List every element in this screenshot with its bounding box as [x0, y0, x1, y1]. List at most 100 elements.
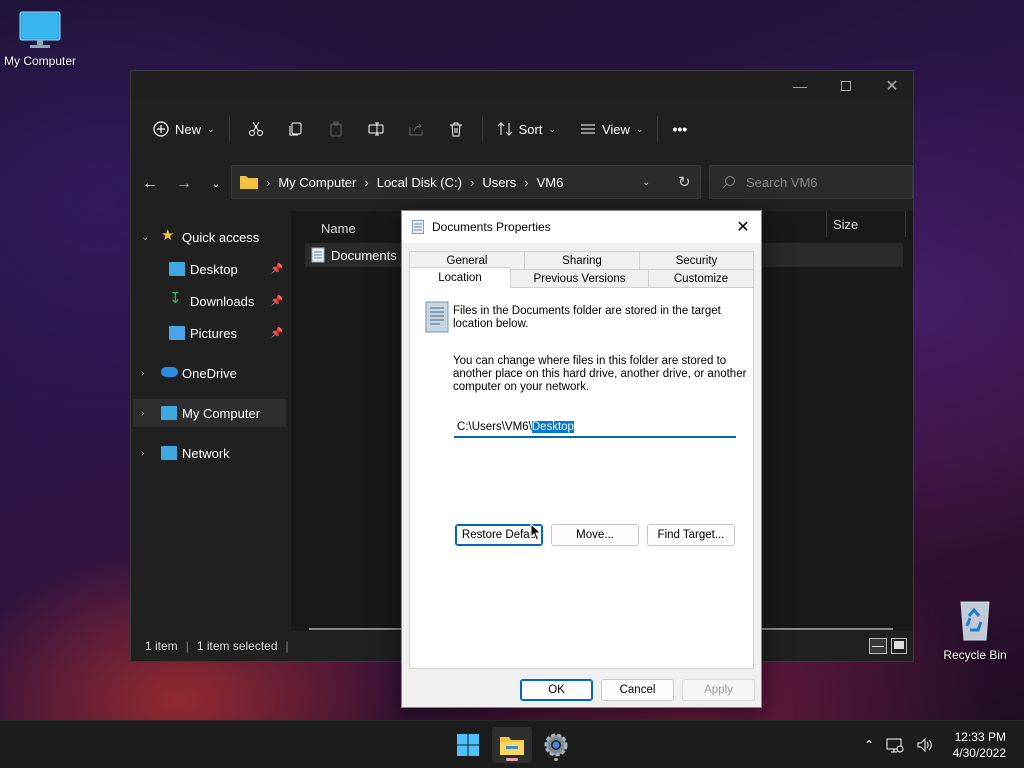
search-box[interactable]: Search VM6: [709, 165, 913, 199]
column-header-size[interactable]: Size: [826, 211, 906, 237]
network-status-icon[interactable]: [886, 737, 904, 753]
column-header-label: Size: [833, 216, 859, 232]
volume-icon[interactable]: [916, 737, 934, 753]
sidebar-item-label: Desktop: [190, 261, 238, 277]
document-properties-icon: [412, 220, 424, 234]
paste-button[interactable]: [316, 114, 356, 144]
view-button[interactable]: View ⌄: [572, 114, 652, 144]
download-arrow-icon: ↧: [169, 290, 182, 307]
button-label: Apply: [704, 684, 733, 696]
breadcrumb-my-computer[interactable]: My Computer: [278, 175, 356, 190]
new-label: New: [175, 121, 202, 137]
dialog-close-button[interactable]: ✕: [731, 215, 755, 239]
taskbar-file-explorer[interactable]: [492, 727, 532, 763]
desktop-icon-my-computer[interactable]: My Computer: [0, 10, 80, 68]
sidebar-item-my-computer[interactable]: › My Computer: [133, 399, 286, 427]
view-list-icon: [580, 124, 595, 134]
toolbar-divider: [228, 116, 230, 142]
monitor-icon: [19, 11, 61, 48]
address-history-button[interactable]: ⌄: [642, 177, 650, 188]
tab-location[interactable]: Location: [409, 267, 511, 288]
breadcrumb-separator: ›: [469, 174, 475, 190]
folder-icon: [240, 176, 258, 189]
copy-icon: [289, 122, 302, 136]
share-button[interactable]: [396, 114, 436, 144]
recent-locations-button[interactable]: ⌄: [199, 169, 233, 199]
sidebar-item-label: Downloads: [190, 293, 255, 309]
sidebar-item-label: Network: [182, 445, 230, 461]
apply-button[interactable]: Apply: [682, 679, 755, 701]
sidebar-item-desktop[interactable]: Desktop 📌: [131, 255, 289, 283]
minimize-button[interactable]: —: [777, 71, 823, 101]
search-placeholder: Search VM6: [746, 174, 818, 190]
chevron-right-icon: ›: [141, 407, 145, 419]
tab-sharing[interactable]: Sharing: [524, 251, 640, 269]
new-button[interactable]: New ⌄: [145, 114, 223, 144]
cancel-button[interactable]: Cancel: [601, 679, 674, 701]
desktop-icon-recycle-bin[interactable]: Recycle Bin: [935, 598, 1015, 662]
breadcrumb-vm6[interactable]: VM6: [537, 175, 564, 190]
trash-icon: [449, 122, 462, 137]
toolbar-divider: [657, 116, 659, 142]
tab-security[interactable]: Security: [639, 251, 754, 269]
taskbar-settings[interactable]: [536, 727, 576, 763]
find-target-button[interactable]: Find Target...: [647, 524, 735, 546]
copy-button[interactable]: [276, 114, 316, 144]
sidebar-item-onedrive[interactable]: › OneDrive: [131, 359, 289, 387]
ok-button[interactable]: OK: [520, 679, 593, 701]
start-button[interactable]: [448, 727, 488, 763]
sidebar-item-quick-access[interactable]: ⌄ ★ Quick access: [131, 223, 289, 251]
status-divider: |: [285, 639, 289, 653]
show-hidden-icons-button[interactable]: ⌃: [864, 738, 874, 752]
tab-customize[interactable]: Customize: [648, 269, 754, 287]
sidebar-item-downloads[interactable]: ↧ Downloads 📌: [131, 287, 289, 315]
system-clock[interactable]: 12:33 PM 4/30/2022: [953, 729, 1006, 761]
close-button[interactable]: ✕: [869, 71, 915, 101]
location-desc-line3: computer on your network.: [453, 381, 590, 393]
breadcrumb-separator: ›: [364, 174, 369, 190]
breadcrumb-users[interactable]: Users: [482, 175, 516, 190]
selection-count: 1 item selected: [196, 639, 278, 653]
dialog-title: Documents Properties: [432, 220, 551, 234]
pin-icon: 📌: [270, 263, 283, 275]
tab-label: Previous Versions: [533, 272, 626, 285]
location-info-line1: Files in the Documents folder are stored…: [453, 305, 721, 317]
monitor-icon: [161, 406, 177, 420]
rename-button[interactable]: [356, 114, 396, 144]
button-label: Move...: [576, 529, 614, 541]
tab-label: Location: [438, 272, 482, 284]
refresh-button[interactable]: ↻: [678, 173, 691, 191]
sidebar-item-network[interactable]: › Network: [131, 439, 289, 467]
sort-label: Sort: [518, 121, 543, 137]
view-label: View: [601, 121, 630, 137]
sort-button[interactable]: Sort ⌄: [489, 114, 564, 144]
sidebar-item-pictures[interactable]: Pictures 📌: [131, 319, 289, 347]
forward-button[interactable]: →: [167, 169, 201, 199]
path-selected-text: Desktop: [531, 421, 574, 433]
back-button[interactable]: ←: [133, 169, 167, 199]
plus-circle-icon: [153, 121, 169, 137]
cut-button[interactable]: [236, 114, 276, 144]
explorer-title-bar[interactable]: — ✕: [131, 71, 913, 101]
target-location-input[interactable]: C:\Users\VM6\ Desktop: [454, 418, 736, 438]
scissors-icon: [248, 121, 263, 136]
address-bar[interactable]: › My Computer › Local Disk (C:) › Users …: [231, 165, 701, 199]
tab-previous-versions[interactable]: Previous Versions: [510, 269, 649, 287]
move-button[interactable]: Move...: [551, 524, 639, 546]
item-count: 1 item: [145, 639, 178, 653]
delete-button[interactable]: [436, 114, 476, 144]
sort-icon: [497, 122, 512, 136]
recycle-bin-icon: [960, 601, 990, 641]
maximize-button[interactable]: [823, 71, 869, 101]
rename-icon: [368, 122, 384, 136]
dialog-title-bar[interactable]: Documents Properties ✕: [402, 211, 761, 243]
navigation-pane: ⌄ ★ Quick access Desktop 📌 ↧ Downloads 📌…: [131, 211, 289, 631]
desktop-icon-label: My Computer: [3, 54, 77, 68]
breadcrumb-local-disk[interactable]: Local Disk (C:): [377, 175, 462, 190]
details-view-button[interactable]: [869, 638, 887, 654]
chevron-down-icon: ⌄: [635, 123, 644, 134]
large-icons-view-button[interactable]: [891, 638, 907, 654]
explorer-toolbar: New ⌄ Sort ⌄ View ⌄ •••: [131, 109, 913, 149]
more-options-button[interactable]: •••: [664, 114, 695, 144]
column-header-name[interactable]: Name: [321, 215, 356, 241]
